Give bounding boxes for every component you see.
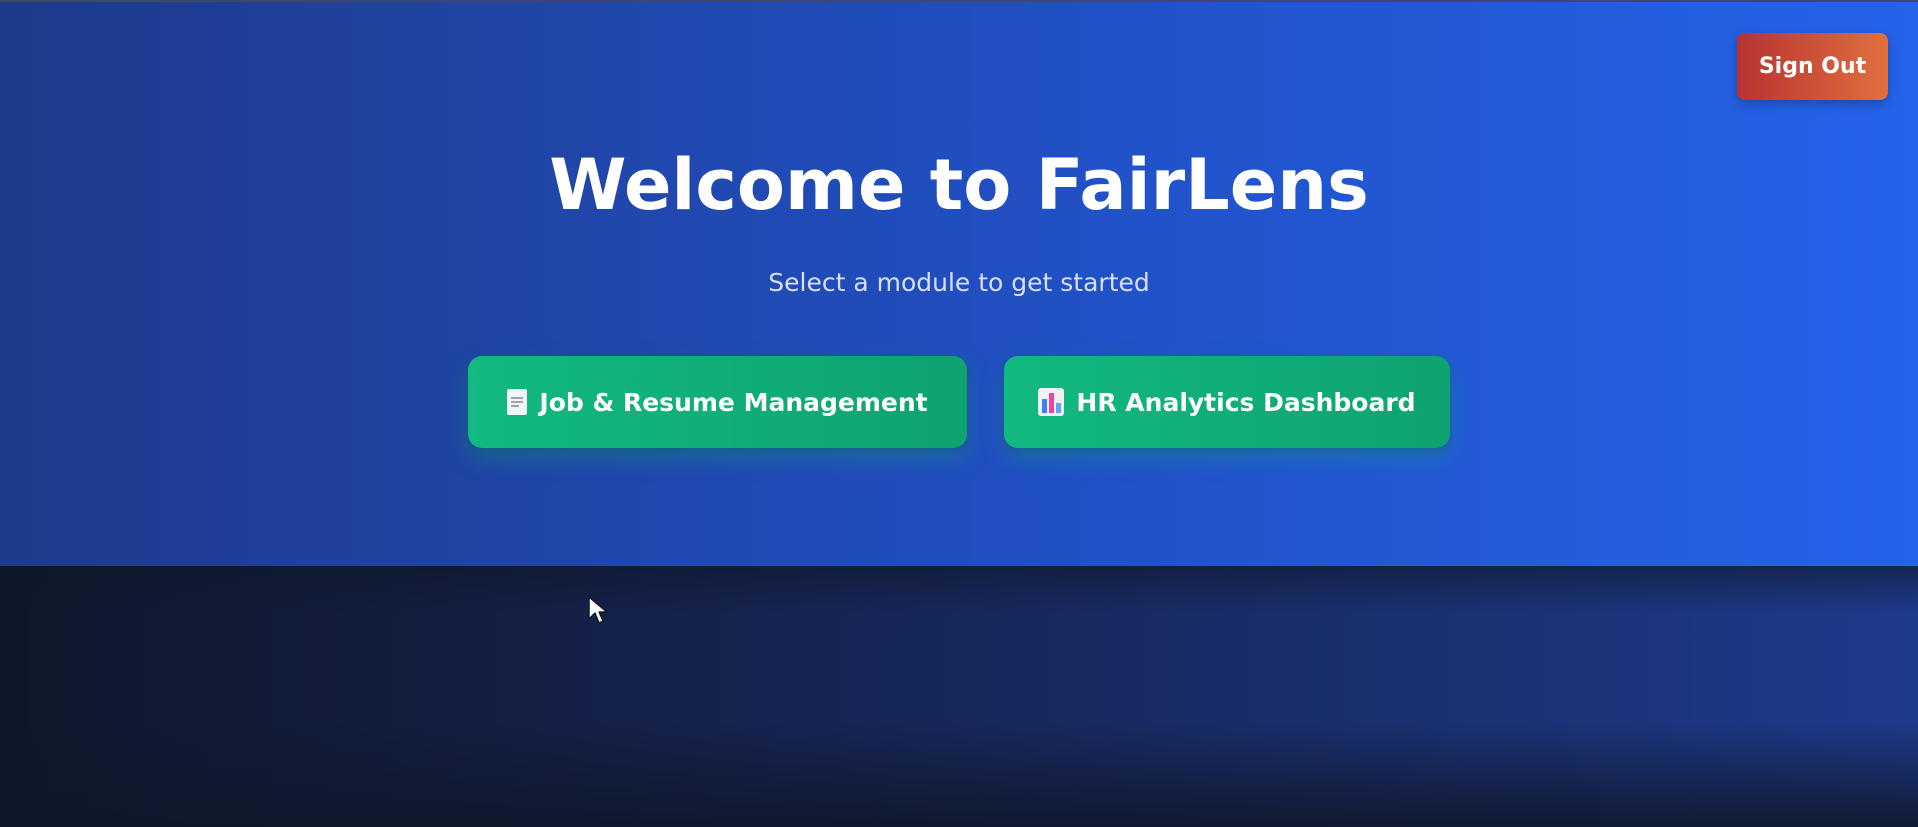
hr-analytics-dashboard-button[interactable]: HR Analytics Dashboard (1004, 356, 1450, 448)
document-icon (507, 389, 528, 415)
sign-out-button[interactable]: Sign Out (1737, 33, 1888, 100)
page-title: Welcome to FairLens (549, 144, 1369, 226)
page-background-lower (0, 566, 1918, 827)
bar-chart-icon (1038, 388, 1065, 416)
job-resume-management-button[interactable]: Job & Resume Management (468, 356, 967, 448)
app-page: Sign Out Welcome to FairLens Select a mo… (0, 0, 1918, 827)
page-subtitle: Select a module to get started (768, 268, 1150, 297)
module-label: Job & Resume Management (539, 387, 928, 417)
mouse-cursor-icon (588, 596, 608, 624)
hero-section: Sign Out Welcome to FairLens Select a mo… (0, 0, 1918, 566)
module-label: HR Analytics Dashboard (1076, 387, 1416, 417)
